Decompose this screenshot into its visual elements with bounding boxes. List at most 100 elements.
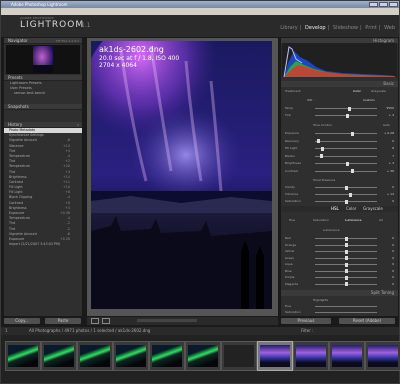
- filmstrip-thumbnail[interactable]: [221, 341, 257, 371]
- reset-button[interactable]: Reset (Adobe): [339, 318, 395, 324]
- slider-knob[interactable]: [344, 249, 348, 254]
- subtab-saturation[interactable]: Saturation: [313, 218, 329, 223]
- module-web[interactable]: Web: [384, 25, 395, 31]
- filmstrip-thumbnail[interactable]: [329, 341, 365, 371]
- slider-knob[interactable]: [344, 256, 348, 260]
- close-button[interactable]: [389, 2, 398, 7]
- navigator-header[interactable]: Navigator FIT FILL 1:1 3:1: [4, 38, 82, 44]
- slider-knob[interactable]: [344, 269, 348, 273]
- slider-value[interactable]: 0: [392, 282, 394, 287]
- slider-knob[interactable]: [320, 146, 324, 151]
- basic-header[interactable]: Basic: [281, 81, 398, 87]
- filmstrip-thumbnail[interactable]: [5, 341, 41, 371]
- history-item[interactable]: Import (2/21/2007 3:43:03 PM): [4, 242, 82, 247]
- filmstrip-thumbnail[interactable]: [113, 341, 149, 371]
- slider-value[interactable]: + 3: [389, 161, 394, 166]
- copy-button[interactable]: Copy...: [4, 318, 40, 324]
- slider-knob[interactable]: [345, 113, 349, 118]
- slider-track[interactable]: [315, 140, 377, 142]
- slider-knob[interactable]: [344, 236, 348, 241]
- module-print[interactable]: Print: [365, 25, 377, 31]
- filmstrip-thumbnail[interactable]: [149, 341, 185, 371]
- treatment-grayscale[interactable]: Grayscale: [371, 89, 386, 94]
- previous-button[interactable]: Previous: [281, 318, 331, 324]
- slider-track[interactable]: [315, 108, 377, 109]
- slider-track[interactable]: [315, 155, 377, 157]
- navigator-preview[interactable]: [6, 45, 80, 74]
- slider-value[interactable]: + 4: [389, 113, 394, 118]
- slider-value[interactable]: 0: [392, 262, 394, 267]
- slider-knob[interactable]: [319, 154, 323, 158]
- slider-row-recovery: Recovery 0: [283, 139, 396, 144]
- slider-knob[interactable]: [350, 169, 354, 173]
- filmstrip-thumbnail[interactable]: [41, 341, 77, 371]
- slider-value[interactable]: 0: [392, 243, 394, 248]
- module-develop[interactable]: Develop: [305, 25, 326, 31]
- filmstrip-thumbnail[interactable]: [365, 341, 400, 371]
- subtab-hue[interactable]: Hue: [289, 218, 295, 223]
- filmstrip-thumbnail[interactable]: [185, 341, 221, 371]
- loupe-view-icon[interactable]: [91, 318, 99, 324]
- split-saturation-track[interactable]: [315, 312, 377, 313]
- split-hue-track[interactable]: [315, 306, 377, 307]
- slider-knob[interactable]: [345, 161, 349, 166]
- slider-value[interactable]: 0: [392, 256, 394, 261]
- slider-knob[interactable]: [316, 139, 320, 143]
- before-after-icon[interactable]: [102, 318, 110, 324]
- maximize-button[interactable]: [379, 2, 388, 7]
- slider-knob[interactable]: [344, 275, 348, 280]
- thumbnail-image: [260, 345, 290, 367]
- snapshots-header[interactable]: Snapshots: [4, 104, 82, 110]
- slider-knob[interactable]: [344, 185, 348, 190]
- navigator-zoom[interactable]: FIT FILL 1:1 3:1: [56, 38, 79, 44]
- slider-value[interactable]: 0: [392, 185, 394, 190]
- module-slideshow[interactable]: Slideshow: [333, 25, 358, 31]
- module-library[interactable]: Library: [280, 25, 297, 31]
- slider-value[interactable]: 0: [392, 236, 394, 241]
- slider-track[interactable]: [315, 148, 377, 149]
- presets-header[interactable]: Presets: [4, 75, 82, 81]
- paste-button[interactable]: Paste: [45, 318, 81, 324]
- preset-item[interactable]: sensor-test-bench: [4, 91, 82, 96]
- history-item-label: Fill Light: [9, 190, 23, 195]
- slider-value[interactable]: 0: [392, 275, 394, 280]
- slider-knob[interactable]: [350, 131, 354, 136]
- slider-value[interactable]: + 0.28: [384, 131, 394, 136]
- slider-knob[interactable]: [347, 106, 351, 111]
- filmstrip-thumbnail[interactable]: [77, 341, 113, 371]
- slider-knob[interactable]: [349, 192, 353, 197]
- loupe-toolbar: [87, 317, 278, 325]
- subtab-luminance[interactable]: Luminance: [345, 218, 361, 223]
- slider-value[interactable]: 5550: [386, 106, 394, 111]
- slider-value[interactable]: + 14: [387, 192, 394, 197]
- slider-value[interactable]: 0: [392, 249, 394, 254]
- slider-knob[interactable]: [344, 199, 348, 204]
- slider-track[interactable]: [315, 194, 377, 195]
- slider-knob[interactable]: [344, 262, 348, 267]
- treatment-color[interactable]: Color: [353, 89, 361, 94]
- tab-grayscale[interactable]: Grayscale: [363, 206, 383, 212]
- tab-hsl[interactable]: HSL: [331, 206, 339, 212]
- split-toning-header[interactable]: Split Toning: [281, 290, 398, 296]
- filmstrip-thumbnail[interactable]: [293, 341, 329, 371]
- minimize-button[interactable]: [369, 2, 378, 7]
- subtab-all[interactable]: All: [379, 218, 383, 223]
- slider-value[interactable]: 0: [392, 199, 394, 204]
- slider-knob[interactable]: [344, 243, 348, 247]
- filmstrip-thumbnail[interactable]: [257, 341, 293, 371]
- slider-value[interactable]: 7: [392, 154, 394, 159]
- slider-track[interactable]: [315, 170, 377, 172]
- slider-value[interactable]: 0: [392, 139, 394, 144]
- slider-knob[interactable]: [344, 282, 348, 286]
- slider-value[interactable]: 8: [392, 146, 394, 151]
- page-indicator[interactable]: 1: [5, 327, 8, 335]
- photo-loupe[interactable]: ak1ds-2602.dng 20.0 sec at f / 1.8, ISO …: [87, 38, 278, 316]
- slider-value[interactable]: 0: [392, 269, 394, 274]
- slider-value[interactable]: + 36: [387, 169, 394, 174]
- auto-tone-button[interactable]: Auto: [383, 123, 390, 128]
- slider-track[interactable]: [315, 133, 377, 134]
- wb-select[interactable]: Custom: [363, 98, 375, 103]
- zoom-slider[interactable]: [137, 319, 197, 322]
- source-path[interactable]: All Photographs / 4971 photos / 1 select…: [29, 327, 150, 335]
- tab-color[interactable]: Color: [346, 206, 356, 212]
